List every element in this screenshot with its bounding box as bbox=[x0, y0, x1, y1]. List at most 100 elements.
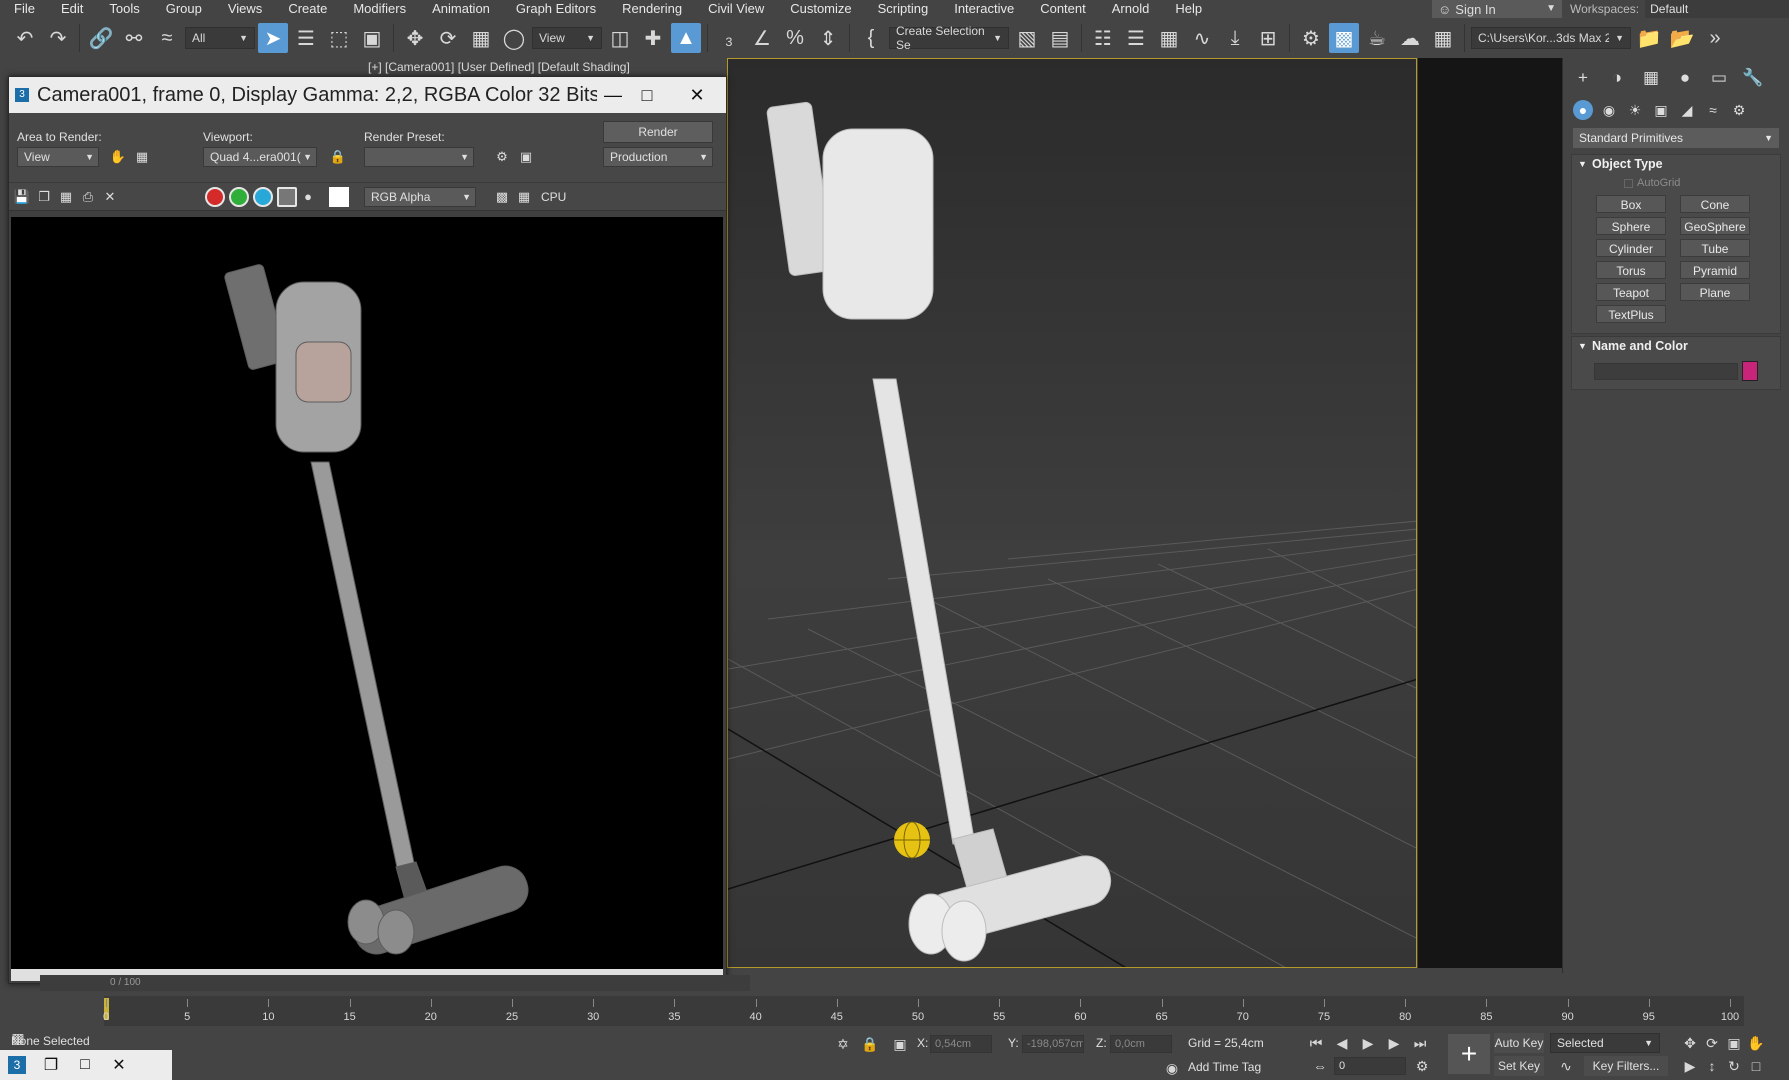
menu-group[interactable]: Group bbox=[153, 0, 215, 17]
background-color-swatch[interactable] bbox=[329, 187, 349, 207]
monochrome-icon[interactable]: ● bbox=[299, 188, 317, 206]
viewport-dropdown[interactable]: Quad 4...era001( ▼ bbox=[203, 147, 317, 167]
menu-content[interactable]: Content bbox=[1027, 0, 1099, 17]
save-image-icon[interactable]: 💾 bbox=[13, 188, 31, 206]
key-mode-dropdown[interactable]: Selected ▼ bbox=[1550, 1033, 1660, 1053]
ribbon-toggle-icon[interactable]: ▦ bbox=[1154, 23, 1184, 53]
restore-icon[interactable]: ❐ bbox=[34, 1050, 68, 1080]
material-editor-icon[interactable]: ⊞ bbox=[1253, 23, 1283, 53]
align-icon[interactable]: ▤ bbox=[1045, 23, 1075, 53]
minimize-icon[interactable]: — bbox=[597, 77, 629, 113]
close-icon[interactable]: ✕ bbox=[102, 1050, 136, 1080]
channel-display-dropdown[interactable]: RGB Alpha ▼ bbox=[364, 187, 476, 207]
placement-icon[interactable]: ◯ bbox=[499, 23, 529, 53]
previous-frame-icon[interactable]: ◀ bbox=[1332, 1033, 1352, 1053]
cylinder-button[interactable]: Cylinder bbox=[1596, 239, 1666, 257]
camera-viewport[interactable] bbox=[727, 58, 1417, 968]
dolly-camera-icon[interactable]: ↕ bbox=[1702, 1056, 1722, 1076]
time-configuration-icon[interactable]: ⚙ bbox=[1412, 1056, 1432, 1076]
plane-button[interactable]: Plane bbox=[1680, 283, 1750, 301]
angle-snap-icon[interactable]: ∠ bbox=[747, 23, 777, 53]
clone-window-icon[interactable]: ▦ bbox=[57, 188, 75, 206]
render-iterative-icon[interactable]: ▦ bbox=[1428, 23, 1458, 53]
space-warps-icon[interactable]: ≈ bbox=[1703, 100, 1723, 120]
current-frame-field[interactable]: 0 bbox=[1334, 1057, 1406, 1075]
cone-button[interactable]: Cone bbox=[1680, 195, 1750, 213]
3dsmax-app-icon[interactable]: 3 bbox=[0, 1050, 34, 1080]
x-coordinate-field[interactable]: 0,54cm bbox=[930, 1035, 992, 1053]
roll-camera-icon[interactable]: ↻ bbox=[1724, 1056, 1744, 1076]
select-object-icon[interactable]: ➤ bbox=[258, 23, 288, 53]
maximize-viewport-icon[interactable]: □ bbox=[1746, 1056, 1766, 1076]
systems-icon[interactable]: ⚙ bbox=[1729, 100, 1749, 120]
motion-tab-icon[interactable]: ● bbox=[1673, 66, 1697, 90]
mirror-icon[interactable]: ▧ bbox=[1012, 23, 1042, 53]
menu-tools[interactable]: Tools bbox=[96, 0, 152, 17]
viewport-label[interactable]: [+] [Camera001] [User Defined] [Default … bbox=[368, 60, 630, 74]
print-icon[interactable]: ⎙ bbox=[79, 188, 97, 206]
tube-button[interactable]: Tube bbox=[1680, 239, 1750, 257]
link-icon[interactable]: 🔗 bbox=[86, 23, 116, 53]
lights-icon[interactable]: ☀ bbox=[1625, 100, 1645, 120]
object-name-field[interactable] bbox=[1594, 362, 1738, 380]
zoom-extents-icon[interactable]: ✥ bbox=[1680, 1033, 1700, 1053]
environment-icon[interactable]: ▣ bbox=[517, 148, 535, 166]
green-channel-toggle[interactable] bbox=[229, 187, 249, 207]
menu-create[interactable]: Create bbox=[275, 0, 340, 17]
area-to-render-dropdown[interactable]: View ▼ bbox=[17, 147, 99, 167]
add-time-tag[interactable]: Add Time Tag bbox=[1188, 1060, 1261, 1074]
autogrid-checkbox[interactable]: AutoGrid bbox=[1624, 175, 1780, 191]
y-coordinate-field[interactable]: -198,057cm bbox=[1022, 1035, 1084, 1053]
object-color-swatch[interactable] bbox=[1742, 361, 1758, 381]
key-tangent-icon[interactable]: ∿ bbox=[1556, 1056, 1576, 1076]
menu-file[interactable]: File bbox=[0, 0, 48, 17]
rotate-icon[interactable]: ⟳ bbox=[433, 23, 463, 53]
red-channel-toggle[interactable] bbox=[205, 187, 225, 207]
toggle-ui-icon[interactable]: ▦ bbox=[515, 188, 533, 206]
orbit-icon[interactable]: ⟳ bbox=[1702, 1033, 1722, 1053]
render-canvas[interactable] bbox=[11, 217, 723, 969]
set-keys-icon[interactable]: + bbox=[1448, 1034, 1490, 1074]
schematic-view-icon[interactable]: ⤓ bbox=[1220, 23, 1250, 53]
project-path-dropdown[interactable]: C:\Users\Kor...3ds Max 2020 ▼ bbox=[1471, 27, 1631, 49]
torus-button[interactable]: Torus bbox=[1596, 261, 1666, 279]
next-frame-icon[interactable]: ▶ bbox=[1384, 1033, 1404, 1053]
maximize-icon[interactable]: □ bbox=[68, 1050, 102, 1080]
render-preset-dropdown[interactable]: ▼ bbox=[364, 147, 474, 167]
teapot-button[interactable]: Teapot bbox=[1596, 283, 1666, 301]
workspace-dropdown[interactable]: Default bbox=[1645, 0, 1789, 18]
time-slider[interactable]: 0 / 100 bbox=[40, 975, 750, 991]
bind-space-warp-icon[interactable]: ≈ bbox=[152, 23, 182, 53]
geosphere-button[interactable]: GeoSphere bbox=[1680, 217, 1750, 235]
scale-icon[interactable]: ▦ bbox=[466, 23, 496, 53]
isolate-selection-icon[interactable]: ✡ bbox=[833, 1034, 853, 1054]
percent-snap-icon[interactable]: % bbox=[780, 23, 810, 53]
z-coordinate-field[interactable]: 0,0cm bbox=[1110, 1035, 1172, 1053]
set-key-button[interactable]: Set Key bbox=[1494, 1056, 1544, 1076]
close-icon[interactable]: ✕ bbox=[681, 77, 713, 113]
named-selection-dropdown[interactable]: Create Selection Se ▼ bbox=[889, 24, 1009, 52]
primitive-category-dropdown[interactable]: Standard Primitives ▼ bbox=[1573, 128, 1779, 148]
move-icon[interactable]: ✥ bbox=[400, 23, 430, 53]
render-setup-icon[interactable]: ⚙ bbox=[1296, 23, 1326, 53]
menu-edit[interactable]: Edit bbox=[48, 0, 96, 17]
auto-key-button[interactable]: Auto Key bbox=[1494, 1033, 1544, 1053]
keyboard-shortcut-override-icon[interactable]: ▲ bbox=[671, 23, 701, 53]
menu-graph-editors[interactable]: Graph Editors bbox=[503, 0, 609, 17]
render-setup-icon[interactable]: ⚙ bbox=[493, 148, 511, 166]
selection-lock-icon[interactable]: 🔒 bbox=[860, 1034, 880, 1054]
select-manipulate-icon[interactable]: ✚ bbox=[638, 23, 668, 53]
render-button[interactable]: Render bbox=[603, 121, 713, 143]
reference-coordinate-dropdown[interactable]: View ▼ bbox=[532, 27, 602, 49]
render-production-icon[interactable]: ☕ bbox=[1362, 23, 1392, 53]
maximize-icon[interactable]: □ bbox=[631, 77, 663, 113]
modify-tab-icon[interactable]: ◑ bbox=[1605, 66, 1629, 90]
name-and-color-header[interactable]: ▼ Name and Color bbox=[1572, 337, 1780, 355]
play-icon[interactable]: ▶ bbox=[1358, 1033, 1378, 1053]
undo-icon[interactable]: ↶ bbox=[10, 23, 40, 53]
window-crossing-icon[interactable]: ▣ bbox=[357, 23, 387, 53]
helpers-icon[interactable]: ◢ bbox=[1677, 100, 1697, 120]
field-of-view-icon[interactable]: ▣ bbox=[1724, 1033, 1744, 1053]
menu-customize[interactable]: Customize bbox=[777, 0, 864, 17]
utilities-tab-icon[interactable]: 🔧 bbox=[1741, 66, 1765, 90]
